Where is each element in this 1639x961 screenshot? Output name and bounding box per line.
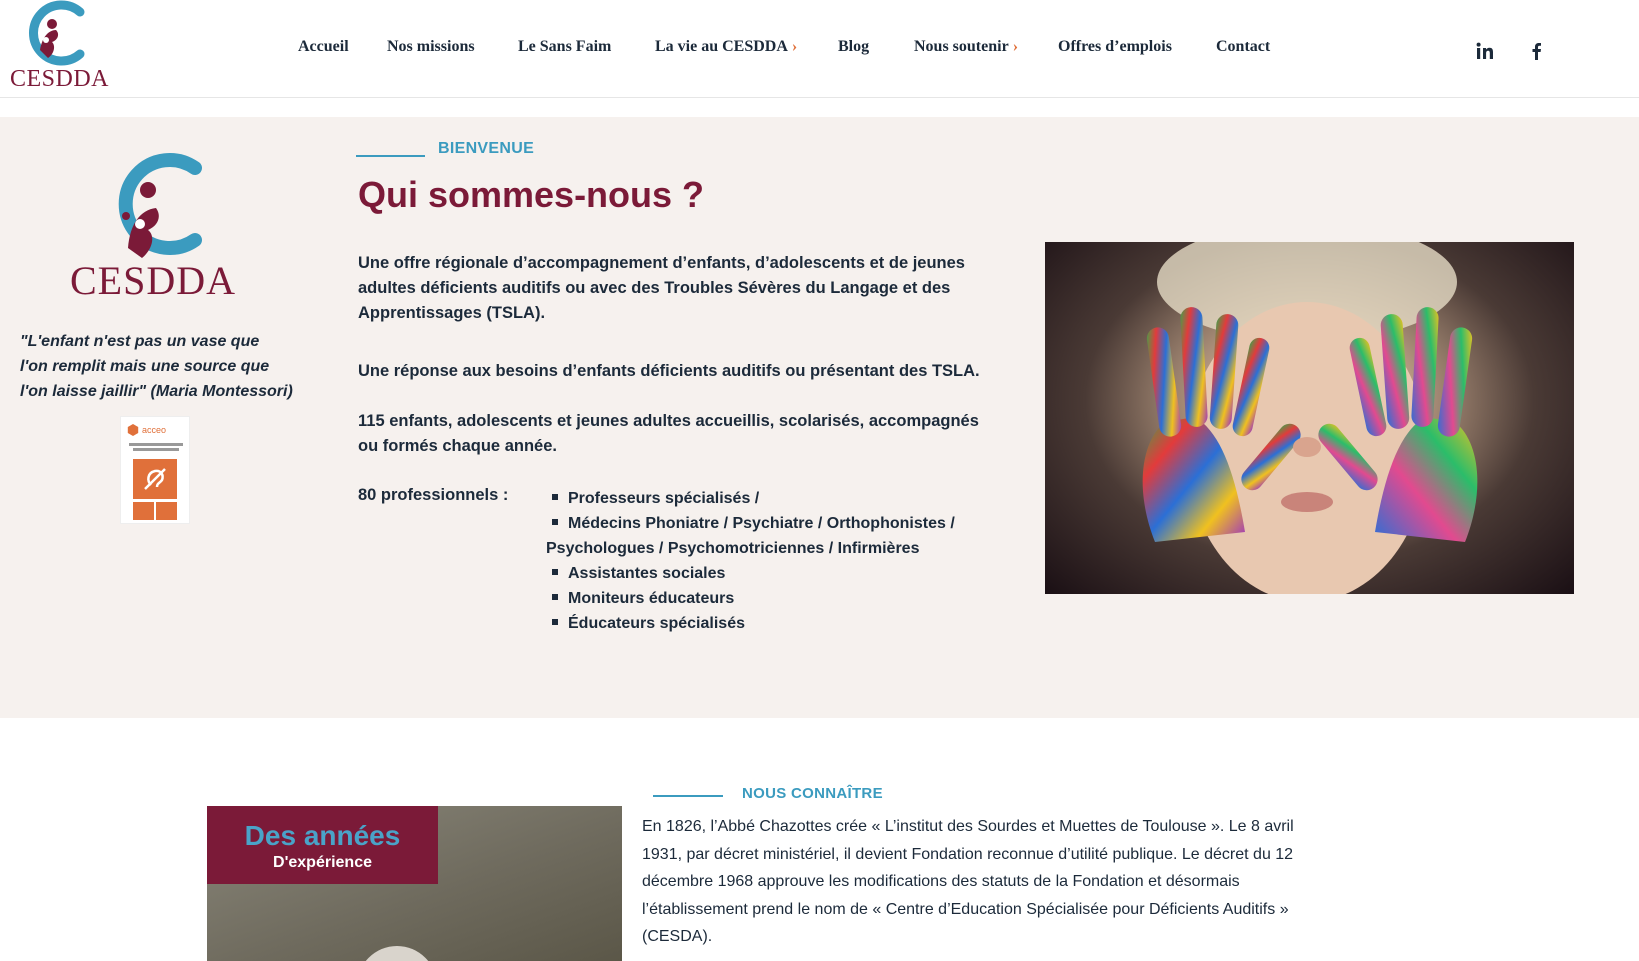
experience-photo-detail <box>357 946 437 961</box>
acceo-caption-graphic <box>125 441 187 453</box>
deaf-ear-icon <box>133 459 177 499</box>
list-item-text: Professeurs spécialisés / <box>568 490 760 507</box>
list-item-text: Assistantes sociales <box>568 565 726 582</box>
linkedin-icon[interactable] <box>1474 40 1496 62</box>
nav-item-label: Le Sans Faim <box>518 38 612 55</box>
hero-kicker: BIENVENUE <box>438 140 535 157</box>
quote-line: l'on laisse jaillir" (Maria Montessori) <box>20 383 293 400</box>
site-logo[interactable]: CESDDA <box>10 0 110 92</box>
nav-item-la-vie-au-cesdda[interactable]: La vie au CESDDA › <box>655 38 797 56</box>
logo-wordmark: CESDDA <box>10 66 110 92</box>
logo-mark-icon <box>118 153 202 258</box>
professionals-list: Professeurs spécialisés / Médecins Phoni… <box>546 486 966 636</box>
list-item-text: Moniteurs éducateurs <box>568 590 735 607</box>
nav-item-label: Nos missions <box>387 38 475 55</box>
nav-item-label: Contact <box>1216 38 1271 55</box>
nav-item-label: La vie au CESDDA <box>655 38 788 55</box>
chevron-right-icon: › <box>1012 38 1019 55</box>
chevron-right-icon: › <box>791 38 798 55</box>
list-item: Médecins Phoniatre / Psychiatre / Orthop… <box>546 511 966 561</box>
quote-line: l'on remplit mais une source que <box>20 358 270 375</box>
quote-line: "L'enfant n'est pas un vase que <box>20 333 260 350</box>
list-item: Professeurs spécialisés / <box>546 486 966 511</box>
acceo-logo: acceo <box>127 421 185 439</box>
hero-paragraph: Une réponse aux besoins d’enfants défici… <box>358 362 980 380</box>
hero-logo: CESDDA <box>68 152 238 312</box>
hero-section: CESDDA "L'enfant n'est pas un vase que l… <box>0 117 1639 718</box>
hero-paragraph: Une offre régionale d’accompagnement d’e… <box>358 254 965 322</box>
history-text: En 1826, l’Abbé Chazottes crée « L’insti… <box>642 818 1294 945</box>
nav-item-offres-emplois[interactable]: Offres d’emplois <box>1058 38 1172 56</box>
acceo-services-icons <box>133 502 177 520</box>
experience-badge-subtitle: D'expérience <box>273 854 372 871</box>
facebook-icon[interactable] <box>1525 40 1547 62</box>
experience-badge: Des années D'expérience <box>207 806 438 884</box>
logo-mark-icon <box>28 0 85 66</box>
list-item-text: Médecins Phoniatre / Psychiatre / Orthop… <box>546 515 955 557</box>
hero-paragraph: 115 enfants, adolescents et jeunes adult… <box>358 412 979 455</box>
acceo-badge[interactable]: acceo <box>120 416 190 524</box>
kicker-line <box>653 795 723 797</box>
page-title: Qui sommes-nous ? <box>358 174 705 215</box>
list-item: Moniteurs éducateurs <box>546 586 966 611</box>
nav-item-le-sans-faim[interactable]: Le Sans Faim <box>518 38 611 56</box>
nav-item-blog[interactable]: Blog <box>838 38 869 56</box>
acceo-brand: acceo <box>142 425 167 435</box>
list-item: Éducateurs spécialisés <box>546 611 966 636</box>
experience-badge-title: Des années <box>244 820 401 851</box>
acceo-hex-icon <box>127 424 139 436</box>
nav-item-accueil[interactable]: Accueil <box>298 38 349 56</box>
bullet-square-icon <box>552 594 558 601</box>
site-header: CESDDA Accueil Nos missions Le Sans Faim… <box>0 0 1639 98</box>
list-item: Assistantes sociales <box>546 561 966 586</box>
bullet-square-icon <box>552 494 558 501</box>
painted-hands-photo <box>1045 242 1574 594</box>
nav-item-nous-soutenir[interactable]: Nous soutenir › <box>914 38 1018 56</box>
nav-item-label: Offres d’emplois <box>1058 38 1172 55</box>
bullet-square-icon <box>552 569 558 576</box>
about-kicker: NOUS CONNAÎTRE <box>742 785 883 802</box>
list-item-text: Éducateurs spécialisés <box>568 615 745 632</box>
nav-item-label: Nous soutenir <box>914 38 1009 55</box>
montessori-quote: "L'enfant n'est pas un vase que l'on rem… <box>20 329 310 404</box>
nav-item-contact[interactable]: Contact <box>1216 38 1270 56</box>
kicker-line <box>356 155 425 157</box>
bullet-square-icon <box>552 519 558 526</box>
bullet-square-icon <box>552 619 558 626</box>
nav-item-label: Blog <box>838 38 870 55</box>
nav-item-nos-missions[interactable]: Nos missions <box>387 38 475 56</box>
nav-item-label: Accueil <box>298 38 349 55</box>
professionals-label: 80 professionnels : <box>358 486 509 504</box>
hero-logo-wordmark: CESDDA <box>69 258 237 303</box>
